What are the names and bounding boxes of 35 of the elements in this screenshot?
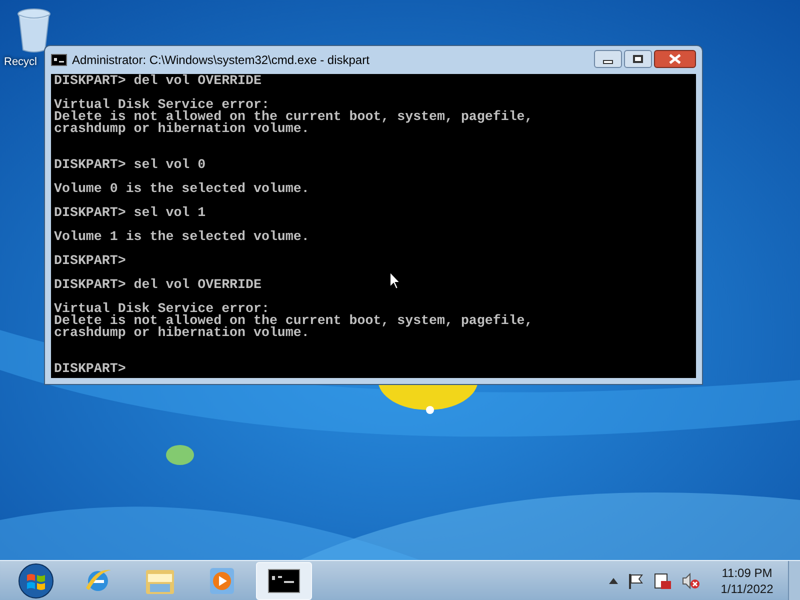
console-icon: [268, 568, 300, 592]
console-line: Delete is not allowed on the current boot, system, pagefile,: [54, 111, 533, 123]
console-line: DISKPART> del vol OVERRIDE: [54, 75, 262, 87]
maximize-button[interactable]: [624, 50, 652, 68]
maximize-icon: [633, 55, 643, 63]
window-title: Administrator: C:\Windows\system32\cmd.exe - diskpart: [72, 52, 370, 69]
desktop-icon-label[interactable]: Recycl: [4, 54, 38, 70]
clock-time[interactable]: 11:09 PM: [722, 564, 772, 580]
show-hidden-icons-icon[interactable]: [609, 578, 618, 584]
close-button[interactable]: [654, 50, 696, 68]
minimize-button[interactable]: [594, 50, 622, 68]
start-orb-icon: [18, 562, 54, 598]
close-icon: [669, 54, 681, 64]
console-line: crashdump or hibernation volume.: [54, 327, 310, 339]
console-line: Virtual Disk Service error:: [54, 99, 270, 111]
console-line: DISKPART>: [54, 363, 126, 375]
console-line: DISKPART> del vol OVERRIDE: [54, 279, 262, 291]
console-line: DISKPART>: [54, 255, 126, 267]
console-line: Volume 1 is the selected volume.: [54, 231, 310, 243]
minimize-icon: [603, 60, 613, 64]
console-line: Volume 0 is the selected volume.: [54, 183, 310, 195]
console-line: DISKPART> sel vol 0: [54, 159, 206, 171]
console-line: Virtual Disk Service error:: [54, 303, 270, 315]
console-icon: [51, 54, 67, 66]
muted-speaker-icon[interactable]: [682, 572, 700, 590]
mouse-cursor-icon: [389, 271, 401, 290]
console-line: Delete is not allowed on the current boot, system, pagefile,: [54, 315, 533, 327]
console-line: DISKPART> sel vol 1: [54, 207, 206, 219]
clock-date[interactable]: 1/11/2022: [720, 580, 774, 596]
play-icon: [208, 566, 236, 596]
recycle-bin-icon[interactable]: [16, 6, 52, 54]
console-line: crashdump or hibernation volume.: [54, 123, 310, 135]
taskbar-button[interactable]: [256, 562, 312, 600]
network-error-icon[interactable]: [654, 572, 672, 590]
flag-icon[interactable]: [628, 572, 644, 588]
